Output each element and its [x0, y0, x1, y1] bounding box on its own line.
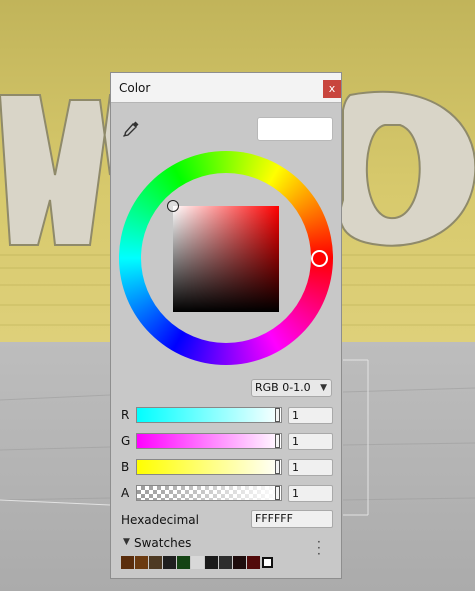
swatch-list: [121, 556, 273, 569]
color-wheel[interactable]: [119, 151, 333, 365]
close-button[interactable]: x: [323, 80, 341, 98]
add-swatch-button[interactable]: [262, 557, 273, 568]
color-swatch[interactable]: [163, 556, 176, 569]
channel-field-g[interactable]: 1: [288, 433, 333, 450]
color-mode-value: RGB 0-1.0: [255, 381, 311, 394]
channel-row-g: G 1: [111, 431, 341, 451]
channel-slider-a[interactable]: [136, 485, 282, 501]
channel-label: G: [121, 434, 131, 448]
channel-row-r: R 1: [111, 405, 341, 425]
channel-field-a[interactable]: 1: [288, 485, 333, 502]
channel-label: R: [121, 408, 130, 422]
channel-label: A: [121, 486, 130, 500]
channel-label: B: [121, 460, 130, 474]
channel-slider-g[interactable]: [136, 433, 282, 449]
close-icon: x: [328, 82, 336, 95]
color-swatch[interactable]: [219, 556, 232, 569]
kebab-menu-icon[interactable]: · · ·: [317, 536, 321, 560]
swatches-label: Swatches: [134, 536, 192, 550]
chevron-down-icon: ▼: [320, 383, 327, 393]
channel-row-a: A 1: [111, 483, 341, 503]
color-picker-window: Color x RGB 0-1.0 ▼ R 1 G 1 B 1 A 1 Hexa…: [110, 72, 342, 579]
color-swatch[interactable]: [121, 556, 134, 569]
window-titlebar[interactable]: Color x: [111, 73, 341, 103]
slider-thumb[interactable]: [275, 460, 280, 474]
color-swatch[interactable]: [135, 556, 148, 569]
color-swatch[interactable]: [149, 556, 162, 569]
channel-field-b[interactable]: 1: [288, 459, 333, 476]
hex-label: Hexadecimal: [121, 513, 199, 527]
channel-slider-r[interactable]: [136, 407, 282, 423]
channel-field-r[interactable]: 1: [288, 407, 333, 424]
channel-slider-b[interactable]: [136, 459, 282, 475]
channel-row-b: B 1: [111, 457, 341, 477]
color-swatch[interactable]: [191, 556, 204, 569]
color-swatch[interactable]: [247, 556, 260, 569]
window-title: Color: [119, 81, 151, 95]
hex-input[interactable]: FFFFFF: [251, 510, 333, 528]
color-swatch[interactable]: [233, 556, 246, 569]
hue-handle[interactable]: [311, 250, 328, 267]
slider-thumb[interactable]: [275, 408, 280, 422]
eyedropper-icon[interactable]: [121, 119, 141, 139]
color-swatch[interactable]: [177, 556, 190, 569]
current-color-preview: [257, 117, 333, 141]
saturation-value-handle[interactable]: [167, 200, 179, 212]
color-swatch[interactable]: [205, 556, 218, 569]
triangle-down-icon[interactable]: ▼: [123, 537, 130, 547]
color-mode-dropdown[interactable]: RGB 0-1.0 ▼: [251, 379, 332, 397]
slider-thumb[interactable]: [275, 486, 280, 500]
slider-thumb[interactable]: [275, 434, 280, 448]
saturation-value-square[interactable]: [173, 206, 279, 312]
